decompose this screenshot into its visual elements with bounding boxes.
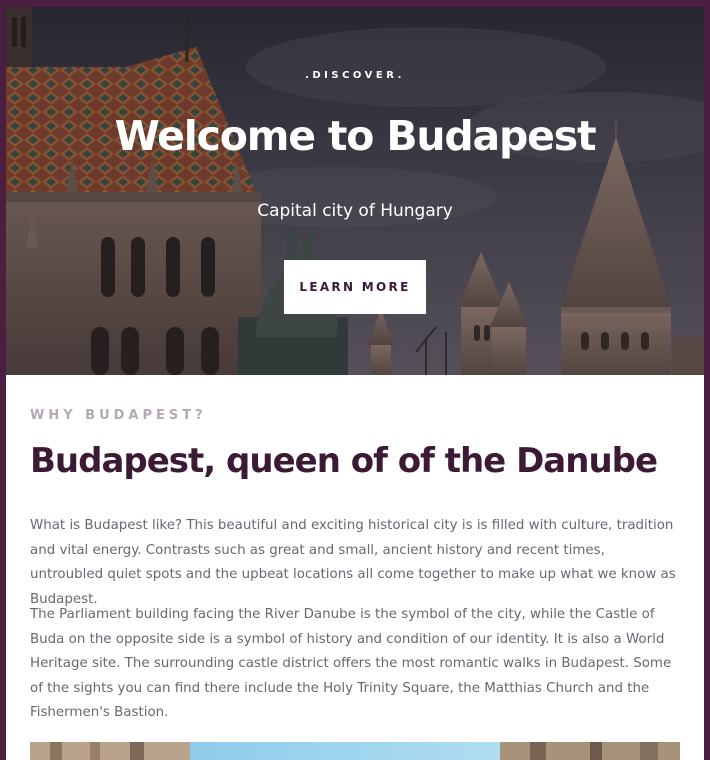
- section-kicker: WHY BUDAPEST?: [30, 408, 207, 423]
- gallery-image: [30, 742, 680, 760]
- section-title: Budapest, queen of of the Danube: [30, 441, 658, 481]
- intro-paragraph: What is Budapest like? This beautiful an…: [30, 518, 676, 607]
- hero-dark-overlay: [6, 7, 704, 375]
- hero-banner: .DISCOVER. Welcome to Budapest Capital c…: [6, 7, 704, 375]
- hero-title: Welcome to Budapest: [114, 112, 597, 160]
- hero-subtitle: Capital city of Hungary: [257, 201, 453, 221]
- learn-more-button[interactable]: LEARN MORE: [284, 260, 426, 314]
- page-frame: .DISCOVER. Welcome to Budapest Capital c…: [6, 7, 704, 760]
- hero-eyebrow: .DISCOVER.: [305, 70, 405, 81]
- intro-paragraph: The Parliament building facing the River…: [30, 607, 672, 720]
